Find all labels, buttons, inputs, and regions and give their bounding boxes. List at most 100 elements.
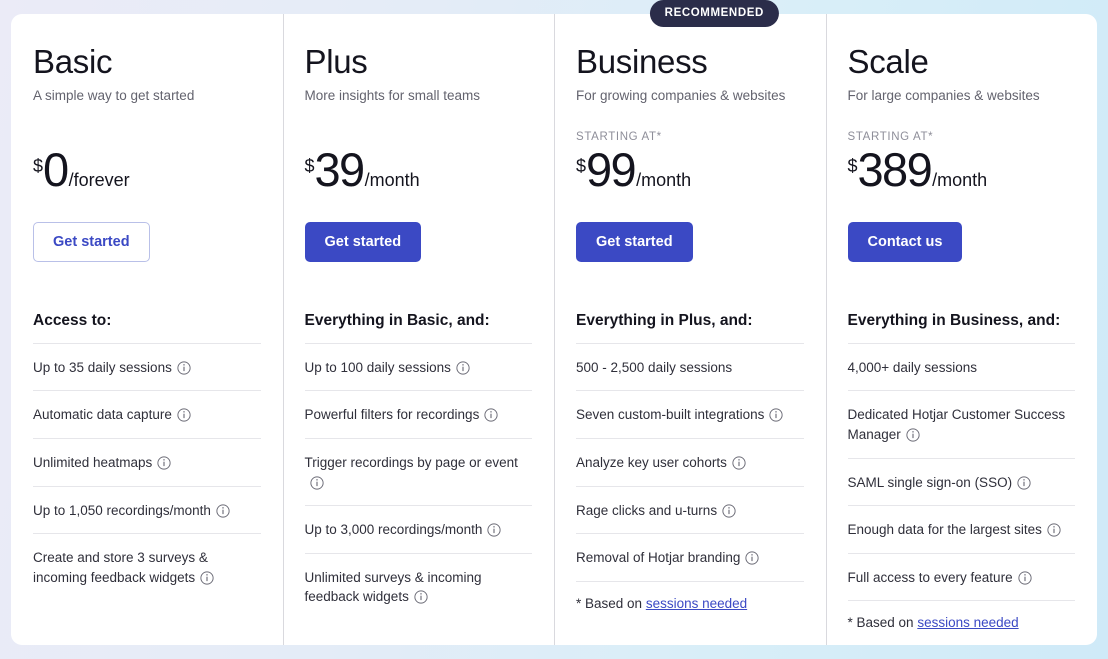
info-icon[interactable] [1047, 523, 1061, 537]
cta-button-business[interactable]: Get started [576, 221, 693, 262]
feature-row: SAML single sign-on (SSO) [847, 457, 1075, 506]
feature-list-basic: Up to 35 daily sessions Automatic data ca… [33, 342, 261, 600]
feature-label: Analyze key user cohorts [576, 454, 727, 470]
feature-label: SAML single sign-on (SSO) [847, 474, 1013, 490]
features-heading-scale: Everything in Business, and: [847, 311, 1061, 329]
price-amount-business: 99 [586, 142, 637, 196]
price-period-plus: /month [364, 170, 420, 191]
plan-tagline-basic: A simple way to get started [33, 87, 195, 103]
feature-row: Trigger recordings by page or event [304, 437, 532, 505]
feature-list-plus: Up to 100 daily sessions Powerful filters… [304, 342, 532, 620]
feature-row: Up to 3,000 recordings/month [304, 505, 532, 553]
info-icon[interactable] [177, 408, 191, 423]
features-heading-plus: Everything in Basic, and: [304, 311, 490, 329]
feature-label: Unlimited surveys & incoming feedback wi… [304, 569, 482, 605]
plan-tagline-plus: More insights for small teams [304, 87, 481, 103]
feature-label: Removal of Hotjar branding [576, 550, 741, 566]
feature-label: Rage clicks and u-turns [576, 502, 718, 518]
feature-row: Unlimited heatmaps [33, 437, 261, 486]
plan-name-business: Business [576, 43, 708, 80]
currency-symbol-business: $ [576, 155, 587, 176]
price-block-scale: STARTING AT* $389/month [848, 131, 1076, 205]
cta-button-plus[interactable]: Get started [304, 221, 422, 262]
info-icon[interactable] [906, 428, 920, 442]
currency-symbol-scale: $ [847, 155, 858, 176]
price-amount-plus: 39 [314, 142, 366, 196]
info-icon[interactable] [732, 456, 746, 470]
feature-row: 4,000+ daily sessions [847, 342, 1075, 391]
feature-label: Full access to every feature [847, 569, 1013, 585]
plan-tagline-scale: For large companies & websites [847, 87, 1040, 103]
feature-row: Unlimited surveys & incoming feedback wi… [304, 552, 532, 620]
footnote-prefix: * Based on [576, 595, 646, 611]
feature-label: Powerful filters for recordings [304, 407, 480, 423]
sessions-needed-link[interactable]: sessions needed [646, 596, 747, 611]
price-period-business: /month [636, 170, 692, 191]
feature-list-business: 500 - 2,500 daily sessions Seven custom-b… [576, 342, 804, 581]
price-block-basic: $0/forever [33, 131, 261, 205]
feature-row: Analyze key user cohorts [576, 437, 804, 486]
info-icon[interactable] [769, 408, 783, 423]
feature-row: 500 - 2,500 daily sessions [576, 342, 804, 391]
plan-name-plus: Plus [304, 43, 368, 80]
currency-symbol-plus: $ [304, 155, 315, 176]
info-icon[interactable] [200, 571, 214, 585]
cta-button-scale[interactable]: Contact us [847, 221, 963, 262]
info-icon[interactable] [722, 503, 736, 518]
currency-symbol-basic: $ [33, 155, 44, 176]
plan-column-basic: Basic A simple way to get started $0/forev… [11, 14, 283, 645]
feature-row: Up to 1,050 recordings/month [33, 485, 261, 534]
price-amount-scale: 389 [857, 142, 933, 196]
price-period-scale: /month [932, 170, 988, 191]
plan-column-plus: Plus More insights for small teams $39/mon… [282, 14, 555, 645]
info-icon[interactable] [1017, 571, 1032, 585]
feature-label: Up to 100 daily sessions [304, 359, 451, 375]
feature-row: Up to 100 daily sessions [304, 342, 532, 391]
recommended-badge: RECOMMENDED [649, 0, 779, 27]
plan-column-scale: Scale For large companies & websites START… [825, 14, 1098, 645]
recommended-badge-wrap: RECOMMENDED [649, 0, 779, 27]
plan-tagline-business: For growing companies & websites [576, 87, 786, 103]
plan-column-business: RECOMMENDED Business For growing companies… [554, 0, 826, 645]
info-icon[interactable] [1017, 475, 1031, 490]
footnote-scale: * Based on sessions needed [847, 600, 1075, 630]
footnote-business: * Based on sessions needed [576, 580, 804, 611]
feature-row: Dedicated Hotjar Customer Success Manage… [847, 390, 1075, 457]
info-icon[interactable] [745, 551, 759, 565]
info-icon[interactable] [484, 408, 498, 423]
price-line-plus: $39/month [304, 142, 533, 196]
info-icon[interactable] [309, 475, 324, 490]
price-block-plus: $39/month [305, 131, 533, 205]
features-heading-business: Everything in Plus, and: [576, 311, 753, 329]
feature-label: Unlimited heatmaps [33, 454, 153, 470]
plan-name-scale: Scale [847, 43, 929, 80]
info-icon[interactable] [414, 590, 428, 604]
feature-label: Up to 35 daily sessions [33, 359, 172, 375]
feature-label: Trigger recordings by page or event [304, 454, 518, 470]
feature-row: Enough data for the largest sites [847, 505, 1075, 553]
price-block-business: STARTING AT* $99/month [576, 131, 804, 205]
info-icon[interactable] [456, 361, 470, 375]
price-amount-basic: 0 [43, 142, 69, 196]
feature-list-scale: 4,000+ daily sessions Dedicated Hotjar Cu… [847, 342, 1075, 601]
feature-label: Dedicated Hotjar Customer Success Manage… [847, 407, 1066, 442]
cta-button-basic[interactable]: Get started [33, 221, 150, 262]
feature-row: Full access to every feature [847, 552, 1075, 601]
feature-label: Automatic data capture [33, 407, 172, 423]
feature-row: Automatic data capture [33, 390, 261, 438]
plan-name-basic: Basic [33, 43, 113, 80]
feature-label: Create and store 3 surveys & incoming fe… [33, 550, 208, 585]
info-icon[interactable] [157, 456, 171, 470]
feature-row: Up to 35 daily sessions [33, 342, 261, 391]
info-icon[interactable] [216, 503, 230, 518]
feature-label: 4,000+ daily sessions [847, 359, 977, 375]
price-line-basic: $0/forever [33, 142, 261, 196]
feature-label: 500 - 2,500 daily sessions [576, 359, 733, 375]
info-icon[interactable] [177, 361, 191, 375]
sessions-needed-link[interactable]: sessions needed [917, 615, 1018, 630]
price-line-scale: $389/month [847, 142, 1076, 196]
feature-row: Seven custom-built integrations [576, 390, 804, 438]
info-icon[interactable] [487, 523, 501, 537]
feature-row: Removal of Hotjar branding [576, 533, 804, 581]
features-heading-basic: Access to: [33, 311, 112, 329]
